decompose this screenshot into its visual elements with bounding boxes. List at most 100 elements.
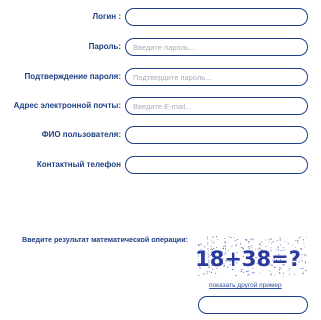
captcha-noise-dot: [216, 236, 218, 238]
captcha-noise-dot: [302, 271, 304, 273]
captcha-noise-dot: [246, 239, 248, 241]
captcha-noise-dot: [287, 243, 289, 245]
captcha-noise-dot: [279, 239, 281, 241]
captcha-noise-dot: [304, 255, 306, 257]
captcha-noise-dot: [207, 242, 209, 244]
captcha-noise-dot: [203, 273, 205, 275]
captcha-noise-dot: [288, 274, 290, 276]
captcha-noise-dot: [253, 239, 255, 241]
captcha-noise-dot: [304, 261, 306, 263]
captcha-noise-dot: [301, 253, 303, 255]
password-confirm-input[interactable]: [125, 68, 308, 86]
captcha-noise-dot: [279, 238, 281, 240]
captcha-text: 18+38=?: [196, 247, 301, 271]
captcha-noise-dot: [235, 275, 237, 277]
captcha-noise-dot: [259, 243, 261, 245]
password-label: Пароль:: [88, 42, 121, 51]
captcha-noise-dot: [279, 272, 281, 274]
captcha-noise-dot: [296, 240, 298, 242]
captcha-noise-dot: [211, 240, 213, 242]
captcha-noise-dot: [271, 273, 273, 275]
captcha-noise-dot: [303, 243, 305, 245]
captcha-noise-dot: [276, 240, 278, 242]
captcha-noise-dot: [234, 240, 236, 242]
captcha-noise-dot: [206, 271, 208, 273]
captcha-noise-dot: [300, 236, 302, 238]
captcha-noise-dot: [279, 237, 281, 238]
captcha-noise-dot: [217, 238, 219, 240]
captcha-noise-dot: [207, 238, 208, 240]
phone-label: Контактный телефон: [36, 160, 121, 169]
captcha-noise-dot: [243, 271, 244, 273]
login-input[interactable]: [125, 8, 308, 26]
captcha-noise-dot: [305, 236, 307, 238]
captcha-noise-dot: [240, 243, 241, 245]
captcha-noise-dot: [247, 274, 249, 276]
captcha-noise-dot: [305, 269, 307, 271]
captcha-image: 18+38=?: [196, 232, 308, 280]
captcha-noise-dot: [198, 245, 200, 247]
captcha-noise-dot: [251, 272, 253, 274]
registration-form: Логин : Пароль: Подтверждение пароля: Ад…: [0, 0, 321, 320]
captcha-noise-dot: [301, 249, 303, 250]
captcha-noise-dot: [248, 273, 250, 275]
captcha-refresh-link[interactable]: показать другой пример: [209, 282, 282, 289]
captcha-noise-dot: [292, 244, 294, 246]
captcha-noise-dot: [248, 242, 249, 244]
captcha-noise-dot: [259, 244, 261, 246]
captcha-noise-dot: [228, 236, 230, 237]
captcha-noise-dot: [250, 238, 252, 240]
captcha-noise-dot: [280, 244, 282, 246]
captcha-noise-dot: [215, 272, 217, 274]
captcha-noise-dot: [236, 239, 238, 241]
captcha-noise-dot: [233, 237, 235, 239]
login-label: Логин :: [92, 12, 121, 21]
captcha-noise-dot: [268, 241, 270, 243]
captcha-noise-dot: [297, 242, 299, 244]
captcha-noise-dot: [207, 244, 209, 246]
captcha-noise-dot: [248, 241, 250, 242]
captcha-noise-dot: [283, 275, 284, 277]
captcha-noise-dot: [224, 240, 226, 242]
captcha-noise-dot: [253, 272, 255, 274]
fullname-input[interactable]: [125, 126, 308, 144]
captcha-noise-dot: [230, 237, 232, 239]
email-input[interactable]: [125, 97, 308, 115]
captcha-noise-dot: [240, 271, 242, 272]
captcha-noise-dot: [198, 275, 200, 277]
captcha-noise-dot: [271, 242, 273, 244]
captcha-label: Введите результат математической операци…: [22, 235, 189, 244]
captcha-noise-dot: [298, 237, 300, 239]
captcha-noise-dot: [270, 274, 272, 276]
password-input[interactable]: [125, 38, 308, 56]
captcha-noise-dot: [302, 267, 304, 269]
captcha-noise-dot: [274, 275, 276, 277]
captcha-noise-dot: [301, 260, 303, 262]
captcha-noise-dot: [259, 272, 261, 274]
captcha-noise-dot: [235, 243, 237, 245]
captcha-noise-dot: [211, 272, 212, 273]
email-label: Адрес электронной почты:: [13, 101, 121, 110]
captcha-noise-dot: [269, 239, 270, 241]
password-confirm-label: Подтверждение пароля:: [24, 72, 121, 81]
captcha-noise-dot: [212, 236, 214, 238]
captcha-noise-dot: [293, 273, 295, 275]
phone-input[interactable]: [125, 156, 308, 174]
captcha-noise-dot: [272, 241, 274, 243]
captcha-noise-dot: [304, 253, 306, 255]
captcha-noise-dot: [206, 236, 208, 238]
captcha-noise-dot: [284, 241, 286, 243]
captcha-noise-dot: [206, 273, 208, 274]
captcha-noise-dot: [283, 272, 284, 274]
captcha-noise-dot: [303, 239, 304, 241]
captcha-noise-dot: [304, 246, 306, 248]
captcha-noise-dot: [200, 244, 202, 246]
captcha-noise-dot: [270, 238, 272, 240]
captcha-noise-dot: [213, 241, 215, 243]
captcha-noise-dot: [295, 240, 297, 242]
captcha-noise-dot: [261, 241, 263, 243]
captcha-noise-dot: [246, 271, 247, 273]
captcha-answer-input[interactable]: [198, 296, 308, 314]
captcha-noise-dot: [225, 242, 226, 243]
captcha-noise-dot: [265, 239, 267, 241]
